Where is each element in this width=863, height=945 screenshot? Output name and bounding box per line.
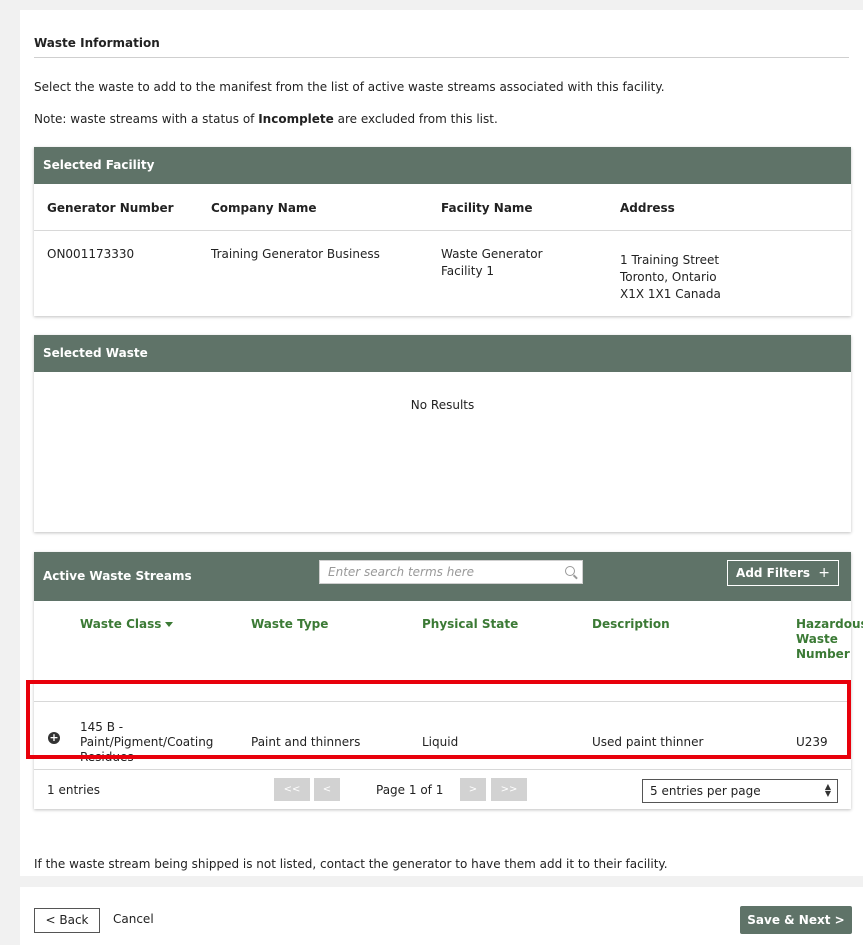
save-next-button[interactable]: Save & Next > (740, 906, 852, 934)
col-waste-class-label: Waste Class (80, 617, 162, 631)
action-bar: < Back Cancel Save & Next > (20, 887, 863, 945)
cell-line: 145 B - (80, 720, 124, 734)
per-page-value: 5 entries per page (650, 784, 761, 798)
company-name-value: Training Generator Business (211, 247, 380, 261)
last-page-button[interactable]: >> (491, 778, 527, 801)
active-waste-streams-panel: Active Waste Streams Enter search terms … (34, 552, 863, 809)
divider (34, 230, 851, 231)
col-description[interactable]: Description (592, 617, 670, 632)
no-results-text: No Results (410, 398, 475, 412)
prev-page-button[interactable]: < (314, 778, 340, 801)
add-filters-label: Add Filters (736, 566, 811, 580)
hazardous-waste-number-cell: U239 (796, 735, 828, 749)
table-row[interactable]: + 145 B - Paint/Pigment/Coating Residues… (34, 701, 851, 769)
waste-information-card: Waste Information Select the waste to ad… (20, 10, 863, 876)
selected-waste-header: Selected Waste (34, 335, 851, 372)
waste-class-cell: 145 B - Paint/Pigment/Coating Residues (80, 720, 213, 765)
active-streams-header: Active Waste Streams Enter search terms … (34, 552, 851, 601)
address-line: X1X 1X1 Canada (620, 287, 721, 301)
back-button[interactable]: < Back (34, 908, 100, 933)
footer-note: If the waste stream being shipped is not… (34, 857, 668, 871)
intro-text: Select the waste to add to the manifest … (34, 80, 665, 94)
description-cell: Used paint thinner (592, 735, 704, 749)
address-value: 1 Training Street Toronto, Ontario X1X 1… (620, 252, 721, 303)
selected-facility-header: Selected Facility (34, 147, 851, 184)
col-facility-name: Facility Name (441, 201, 533, 215)
facility-name-line: Waste Generator (441, 247, 543, 261)
col-physical-state[interactable]: Physical State (422, 617, 518, 632)
search-icon[interactable] (565, 566, 575, 576)
section-title: Waste Information (34, 36, 849, 58)
selected-waste-panel: Selected Waste No Results (34, 335, 851, 532)
selected-waste-body: No Results (34, 372, 851, 532)
note-prefix: Note: waste streams with a status of (34, 112, 259, 126)
entries-per-page-select[interactable]: 5 entries per page ▲ ▼ (642, 779, 838, 803)
waste-type-cell: Paint and thinners (251, 735, 361, 749)
note-suffix: are excluded from this list. (333, 112, 498, 126)
col-waste-type[interactable]: Waste Type (251, 617, 328, 632)
cell-line: Paint/Pigment/Coating (80, 735, 214, 749)
note-bold: Incomplete (258, 112, 334, 126)
streams-table-header: Waste Class Waste Type Physical State De… (34, 601, 863, 701)
select-arrows-icon: ▲ ▼ (824, 782, 831, 798)
col-haz-line: Waste (796, 632, 838, 646)
search-placeholder: Enter search terms here (328, 565, 475, 579)
address-line: Toronto, Ontario (620, 270, 717, 284)
physical-state-cell: Liquid (422, 735, 459, 749)
sort-desc-icon (165, 622, 174, 627)
facility-name-line: Facility 1 (441, 264, 495, 278)
active-streams-title: Active Waste Streams (43, 569, 192, 583)
col-waste-class[interactable]: Waste Class (80, 617, 174, 632)
col-generator-number: Generator Number (47, 201, 174, 215)
cell-line: Residues (80, 750, 134, 764)
col-haz-line: Hazardous (796, 617, 863, 631)
facility-table: Generator Number Company Name Facility N… (34, 184, 851, 316)
col-haz-line: Number (796, 647, 850, 661)
pagination-bar: 1 entries << < Page 1 of 1 > >> 5 entrie… (34, 769, 851, 809)
add-filters-button[interactable]: Add Filters + (727, 560, 839, 586)
page-indicator: Page 1 of 1 (376, 783, 444, 797)
generator-number-value: ON001173330 (47, 247, 135, 261)
add-circle-icon[interactable]: + (48, 732, 60, 744)
note-text: Note: waste streams with a status of Inc… (34, 112, 498, 126)
plus-icon: + (818, 565, 830, 581)
cancel-link[interactable]: Cancel (113, 912, 154, 926)
search-input[interactable]: Enter search terms here (319, 560, 583, 584)
col-company-name: Company Name (211, 201, 317, 215)
facility-name-value: Waste Generator Facility 1 (441, 246, 543, 280)
address-line: 1 Training Street (620, 253, 720, 267)
col-hazardous-waste-number[interactable]: Hazardous Waste Number (796, 617, 863, 662)
col-address: Address (620, 201, 675, 215)
next-page-button[interactable]: > (460, 778, 486, 801)
first-page-button[interactable]: << (274, 778, 310, 801)
entries-count: 1 entries (47, 783, 101, 797)
selected-facility-panel: Selected Facility Generator Number Compa… (34, 147, 851, 316)
